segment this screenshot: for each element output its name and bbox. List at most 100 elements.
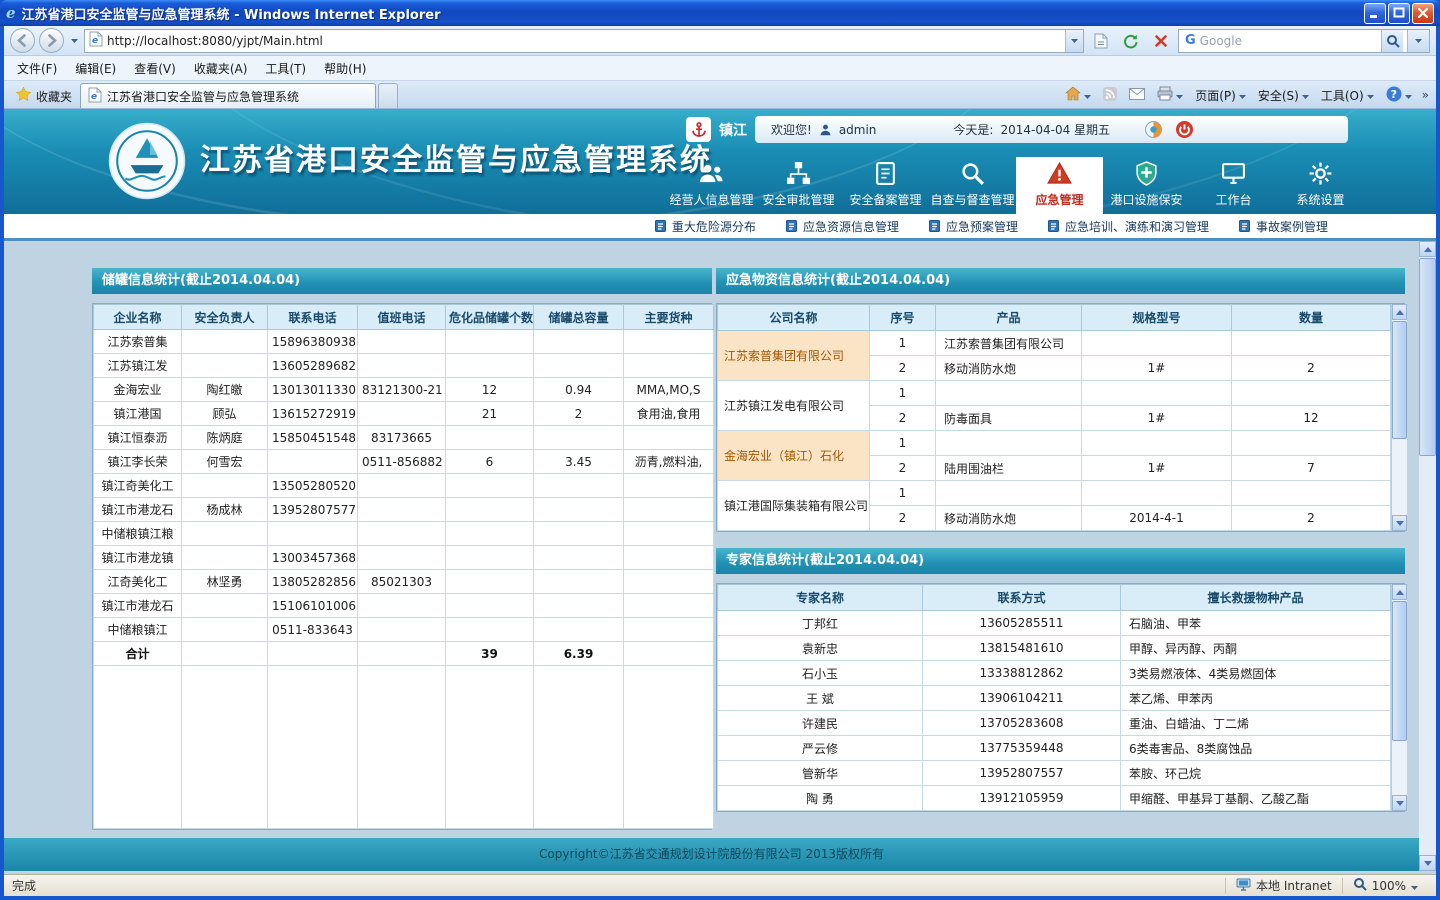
expert-name-cell: 石小玉	[718, 661, 923, 686]
people-icon	[699, 161, 724, 186]
subnav-label: 重大危险源分布	[672, 218, 756, 235]
back-button[interactable]	[10, 28, 35, 53]
nav-item[interactable]: 系统设置	[1277, 157, 1364, 214]
logout-button[interactable]	[1176, 121, 1193, 138]
nav-item[interactable]: 安全审批管理	[755, 157, 842, 214]
menu-item[interactable]: 文件(F)	[8, 56, 66, 81]
address-dropdown[interactable]	[1065, 30, 1083, 52]
table-cell	[358, 498, 446, 522]
history-dropdown[interactable]	[68, 39, 80, 43]
table-row: 陶 勇13912105959甲缩醛、甲基异丁基酮、乙酸乙酯	[718, 786, 1391, 811]
subnav-label: 应急培训、演练和演习管理	[1065, 218, 1209, 235]
search-options-dropdown[interactable]	[1407, 30, 1429, 52]
address-input[interactable]	[107, 31, 1061, 51]
nav-item[interactable]: 应急管理	[1016, 157, 1103, 214]
search-button[interactable]	[1381, 30, 1403, 52]
nav-item[interactable]: 港口设施保安	[1103, 157, 1190, 214]
supplies-scrollbar[interactable]	[1391, 304, 1407, 531]
nav-label: 系统设置	[1296, 191, 1344, 208]
menu-item[interactable]: 帮助(H)	[315, 56, 375, 81]
theme-icon[interactable]	[1145, 121, 1162, 138]
qty-cell	[1232, 331, 1391, 356]
scroll-up-button[interactable]	[1392, 304, 1407, 320]
page-scrollbar[interactable]	[1419, 241, 1436, 871]
zoom-control[interactable]: 100%	[1342, 878, 1428, 894]
subnav-item[interactable]: 事故案例管理	[1239, 218, 1328, 235]
table-cell: 镇江市港龙石	[94, 498, 182, 522]
favorites-button[interactable]: 收藏夹	[8, 84, 80, 108]
nav-item[interactable]: 工作台	[1190, 157, 1277, 214]
scrollbar-thumb[interactable]	[1392, 601, 1407, 741]
qty-cell: 12	[1232, 406, 1391, 431]
table-row: 江奇美化工林坚勇1380528285685021303	[94, 570, 714, 594]
feeds-button[interactable]	[1098, 84, 1122, 107]
browser-tab[interactable]: e 江苏省港口安全监管与应急管理系统	[80, 83, 376, 108]
qty-cell: 2	[1232, 356, 1391, 381]
supplies-panel-title: 应急物资信息统计(截止2014.04.04)	[716, 268, 1405, 294]
subnav-item[interactable]: 应急预案管理	[929, 218, 1018, 235]
tab-title: 江苏省港口安全监管与应急管理系统	[107, 88, 299, 105]
address-bar: e G	[4, 26, 1436, 56]
qty-cell	[1232, 481, 1391, 506]
scroll-down-button[interactable]	[1392, 795, 1407, 811]
new-tab-stub[interactable]	[378, 83, 398, 108]
scrollbar-thumb[interactable]	[1392, 321, 1407, 439]
supplies-table: 公司名称序号产品规格型号数量 江苏索普集团有限公司1江苏索普集团有限公司2移动消…	[717, 304, 1391, 531]
user-info-bar: 欢迎您! admin 今天是: 2014-04-04 星期五	[755, 116, 1348, 143]
search-input[interactable]	[1200, 34, 1377, 48]
product-cell: 防毒面具	[936, 406, 1082, 431]
help-menu-button[interactable]: ?	[1381, 83, 1417, 108]
maximize-button[interactable]	[1388, 3, 1410, 24]
table-row: 镇江港国顾弘13615272919212食用油,食用	[94, 402, 714, 426]
close-button[interactable]	[1412, 3, 1434, 24]
products-cell: 3类易燃液体、4类易燃固体	[1121, 661, 1391, 686]
nav-item[interactable]: 自查与督查管理	[929, 157, 1016, 214]
table-cell: 0.94	[534, 378, 624, 402]
page-menu-button[interactable]: 页面(P)	[1190, 84, 1251, 107]
table-cell: 6.39	[534, 642, 624, 666]
tools-menu-button[interactable]: 工具(O)	[1316, 84, 1379, 107]
chevron-down-icon	[1176, 88, 1183, 102]
subnav-item[interactable]: 应急资源信息管理	[786, 218, 899, 235]
menu-item[interactable]: 编辑(E)	[66, 56, 125, 81]
menu-item[interactable]: 收藏夹(A)	[185, 56, 257, 81]
seq-cell: 1	[870, 331, 936, 356]
table-cell: 0511-856882	[358, 450, 446, 474]
table-cell	[624, 354, 714, 378]
scroll-up-button[interactable]	[1392, 584, 1407, 600]
nav-item[interactable]: 安全备案管理	[842, 157, 929, 214]
home-button[interactable]	[1060, 83, 1096, 107]
warning-icon	[1047, 161, 1072, 186]
compatibility-button[interactable]	[1088, 28, 1114, 54]
column-header: 值班电话	[358, 305, 446, 330]
table-cell: 0511-833643	[268, 618, 358, 642]
nav-label: 港口设施保安	[1110, 191, 1182, 208]
expert-name-cell: 严云修	[718, 736, 923, 761]
subnav-item[interactable]: 应急培训、演练和演习管理	[1048, 218, 1209, 235]
experts-scrollbar[interactable]	[1391, 584, 1407, 811]
refresh-button[interactable]	[1118, 28, 1144, 54]
overflow-chevron-icon[interactable]: »	[1419, 88, 1432, 102]
table-row: 中储粮镇江粮	[94, 522, 714, 546]
nav-item[interactable]: 经营人信息管理	[668, 157, 755, 214]
minimize-button[interactable]	[1364, 3, 1386, 24]
print-button[interactable]	[1152, 83, 1188, 107]
scrollbar-thumb[interactable]	[1419, 258, 1436, 456]
read-mail-button[interactable]	[1124, 85, 1150, 106]
table-cell	[182, 642, 268, 666]
title-bar[interactable]: e 江苏省港口安全监管与应急管理系统 - Windows Internet Ex…	[0, 0, 1440, 26]
table-cell: 镇江恒泰沥	[94, 426, 182, 450]
menu-item[interactable]: 查看(V)	[125, 56, 185, 81]
scroll-down-button[interactable]	[1419, 855, 1436, 871]
stop-button[interactable]	[1148, 28, 1174, 54]
safety-menu-button[interactable]: 安全(S)	[1253, 84, 1314, 107]
scroll-down-button[interactable]	[1392, 515, 1407, 531]
browser-window: e 江苏省港口安全监管与应急管理系统 - Windows Internet Ex…	[0, 0, 1440, 900]
forward-button[interactable]	[39, 28, 64, 53]
subnav-item[interactable]: 重大危险源分布	[655, 218, 756, 235]
menu-item[interactable]: 工具(T)	[256, 56, 315, 81]
gear-icon	[1308, 161, 1333, 186]
zoom-level: 100%	[1372, 879, 1406, 893]
table-cell: 镇江奇美化工	[94, 474, 182, 498]
scroll-up-button[interactable]	[1419, 241, 1436, 257]
